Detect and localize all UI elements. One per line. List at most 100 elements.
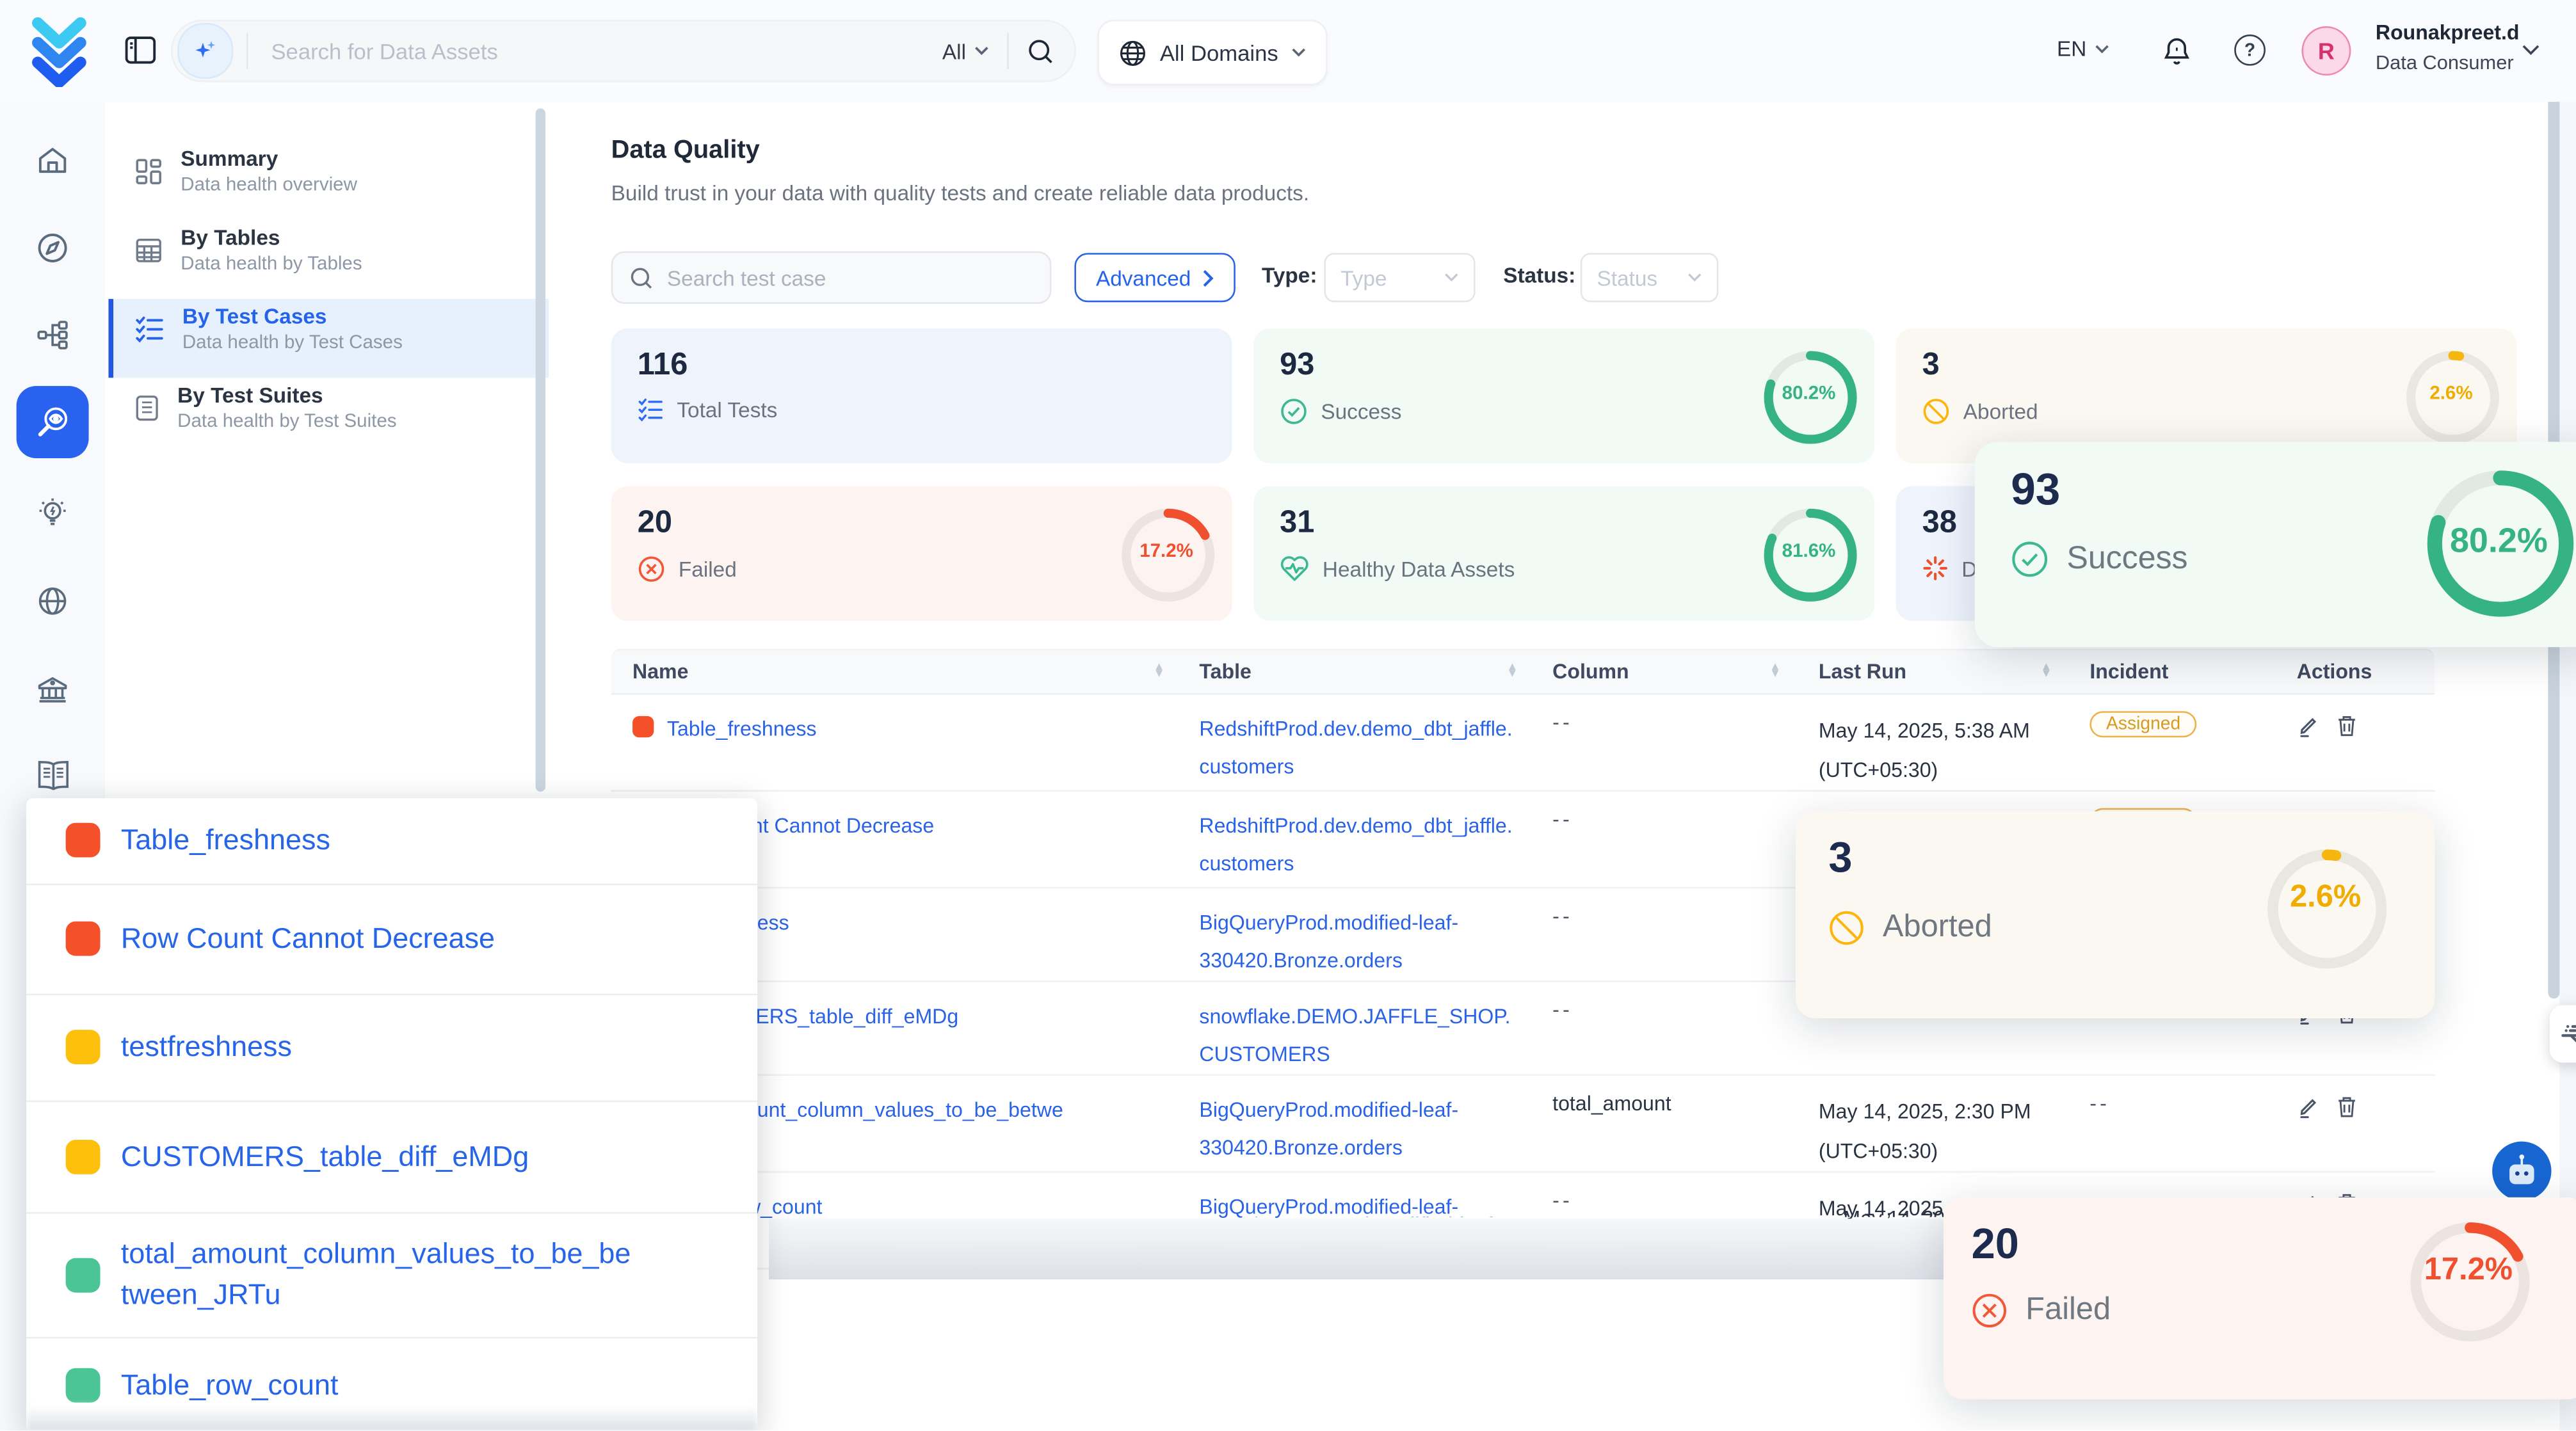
success-overlay-value: 93 [2011,465,2060,516]
governance-bank-icon[interactable] [17,653,89,726]
magnified-test-name[interactable]: Row Count Cannot Decrease [121,918,495,959]
explore-compass-icon[interactable] [17,212,89,284]
delete-icon[interactable] [2336,1096,2357,1119]
sidebar-item-summary[interactable]: Summary Data health overview [108,141,549,220]
aborted-overlay-percent: 2.6% [2260,881,2390,916]
edit-icon[interactable] [2297,1096,2320,1119]
search-placeholder: Search test case [667,265,826,289]
user-menu-chevron-icon[interactable] [2522,44,2540,56]
domains-dropdown[interactable]: All Domains [1097,20,1327,86]
magnified-list-item[interactable]: testfreshness [26,993,757,1099]
advanced-filter-button[interactable]: Advanced [1074,253,1236,302]
sidebar-toggle-icon[interactable] [125,36,156,64]
search-scope-dropdown[interactable]: All [942,38,989,63]
success-value: 93 [1280,348,1314,384]
global-search-placeholder: Search for Data Assets [271,38,942,63]
column-header-name[interactable]: Name▲▼ [611,660,1178,684]
table-row[interactable]: total_amount_column_values_to_be_between… [611,1076,2435,1172]
magnified-test-name[interactable]: CUSTOMERS_table_diff_eMDg [121,1136,529,1177]
chevron-down-icon [2095,44,2109,53]
top-bar: Search for Data Assets All All Domains E… [0,0,2576,102]
domains-label: All Domains [1160,40,1278,65]
search-icon[interactable] [1027,37,1055,65]
table-link[interactable]: BigQueryProd.modified-leaf-330420.Bronze… [1199,905,1519,980]
column-header-table[interactable]: Table▲▼ [1178,660,1531,684]
test-case-search-input[interactable]: Search test case [611,252,1052,304]
x-circle-icon [638,555,666,583]
sort-icon[interactable]: ▲▼ [1506,664,1518,679]
failed-value: 20 [638,506,672,541]
sidebar-item-by-test-suites[interactable]: By Test Suites Data health by Test Suite… [108,378,549,456]
global-search-input[interactable]: Search for Data Assets All [171,20,1076,83]
column-header-incident[interactable]: Incident [2065,660,2272,684]
chevron-down-icon [974,46,989,56]
sort-icon[interactable]: ▲▼ [1769,664,1781,679]
insights-lightbulb-icon[interactable] [17,476,89,548]
status-square [65,1030,100,1064]
aborted-percent: 2.6% [2400,385,2502,404]
incident-badge[interactable]: Assigned [2089,711,2196,737]
partial-table[interactable]: BigQueryProd.modified-leaf- [1241,1207,1500,1217]
healthy-percent: 81.6% [1758,542,1860,562]
data-quality-icon[interactable] [17,386,89,458]
partial-last-run: May 14, 202 [1843,1207,1956,1217]
sidebar-scrollbar[interactable] [536,108,545,792]
test-tools-tab[interactable] [2550,1005,2576,1063]
magnified-failed-card: 20 Failed 17.2% [1944,1197,2576,1400]
summary-grid-icon [134,157,163,186]
status-filter-select[interactable]: Status [1581,253,1719,302]
lineage-icon[interactable] [17,299,89,371]
edit-icon[interactable] [2297,714,2320,737]
success-card[interactable]: 93 Success 80.2% [1253,328,1874,463]
column-header-last-run[interactable]: Last Run▲▼ [1794,660,2065,684]
divider [1007,33,1009,68]
domains-globe-icon[interactable] [17,565,89,637]
aborted-value: 3 [1922,348,1940,384]
status-square [65,1367,100,1402]
magnified-test-name[interactable]: total_amount_column_values_to_be_between… [121,1233,634,1315]
ai-sparkle-icon[interactable] [177,23,233,79]
failed-card[interactable]: 20 Failed 17.2% [611,486,1232,621]
table-link[interactable]: BigQueryProd.modified-leaf-330420.Bronze… [1199,1092,1519,1168]
table-link[interactable]: RedshiftProd.dev.demo_dbt_jaffle.custome… [1199,711,1519,787]
magnified-list-item[interactable]: Row Count Cannot Decrease [26,883,757,993]
type-filter-select[interactable]: Type [1324,253,1475,302]
healthy-assets-card[interactable]: 31 Healthy Data Assets 81.6% [1253,486,1874,621]
sort-icon[interactable]: ▲▼ [1154,664,1165,679]
avatar[interactable]: R [2301,26,2351,76]
magnified-test-list-overlay: Table_freshness Row Count Cannot Decrease… [26,797,757,1431]
robot-icon [2502,1151,2542,1191]
help-icon[interactable] [2234,35,2266,66]
partial-name[interactable]: tRC [772,1207,807,1217]
magnified-list-item[interactable]: CUSTOMERS_table_diff_eMDg [26,1099,757,1211]
table-link[interactable]: snowflake.DEMO.JAFFLE_SHOP.CUSTOMERS [1199,998,1519,1074]
data-quality-dashboard: Search for Data Assets All All Domains E… [0,0,2576,1431]
divider [246,33,248,68]
sidebar-item-by-test-cases[interactable]: By Test Cases Data health by Test Cases [108,299,549,378]
language-dropdown[interactable]: EN [2057,36,2109,60]
sort-icon[interactable]: ▲▼ [2041,664,2052,679]
test-case-link[interactable]: Table_freshness [667,711,817,749]
status-square [65,823,100,858]
table-row[interactable]: Table_freshness RedshiftProd.dev.demo_dbt… [611,695,2435,792]
magnified-list-item[interactable]: total_amount_column_values_to_be_between… [26,1211,757,1336]
chat-assistant-button[interactable] [2492,1142,2551,1201]
magnified-success-card: 93 Success 80.2% [1975,442,2576,647]
openmetadata-logo-icon[interactable] [23,15,95,87]
magnified-test-name[interactable]: Table_row_count [121,1364,339,1405]
column-header-column[interactable]: Column▲▼ [1531,660,1794,684]
chevron-down-icon [1291,47,1306,57]
total-tests-card[interactable]: 116 Total Tests [611,328,1232,463]
slash-circle-icon [1828,910,1864,946]
status-square [65,1258,100,1292]
search-icon [629,265,654,289]
home-icon[interactable] [17,125,89,197]
sidebar-item-by-tables[interactable]: By Tables Data health by Tables [108,220,549,299]
magnified-test-name[interactable]: Table_freshness [121,820,330,861]
notifications-bell-icon[interactable] [2162,36,2191,67]
total-tests-value: 116 [638,348,688,384]
magnified-test-name[interactable]: testfreshness [121,1027,292,1067]
delete-icon[interactable] [2336,714,2357,737]
magnified-list-item[interactable]: Table_freshness [26,797,757,883]
table-link[interactable]: RedshiftProd.dev.demo_dbt_jaffle.custome… [1199,808,1519,884]
